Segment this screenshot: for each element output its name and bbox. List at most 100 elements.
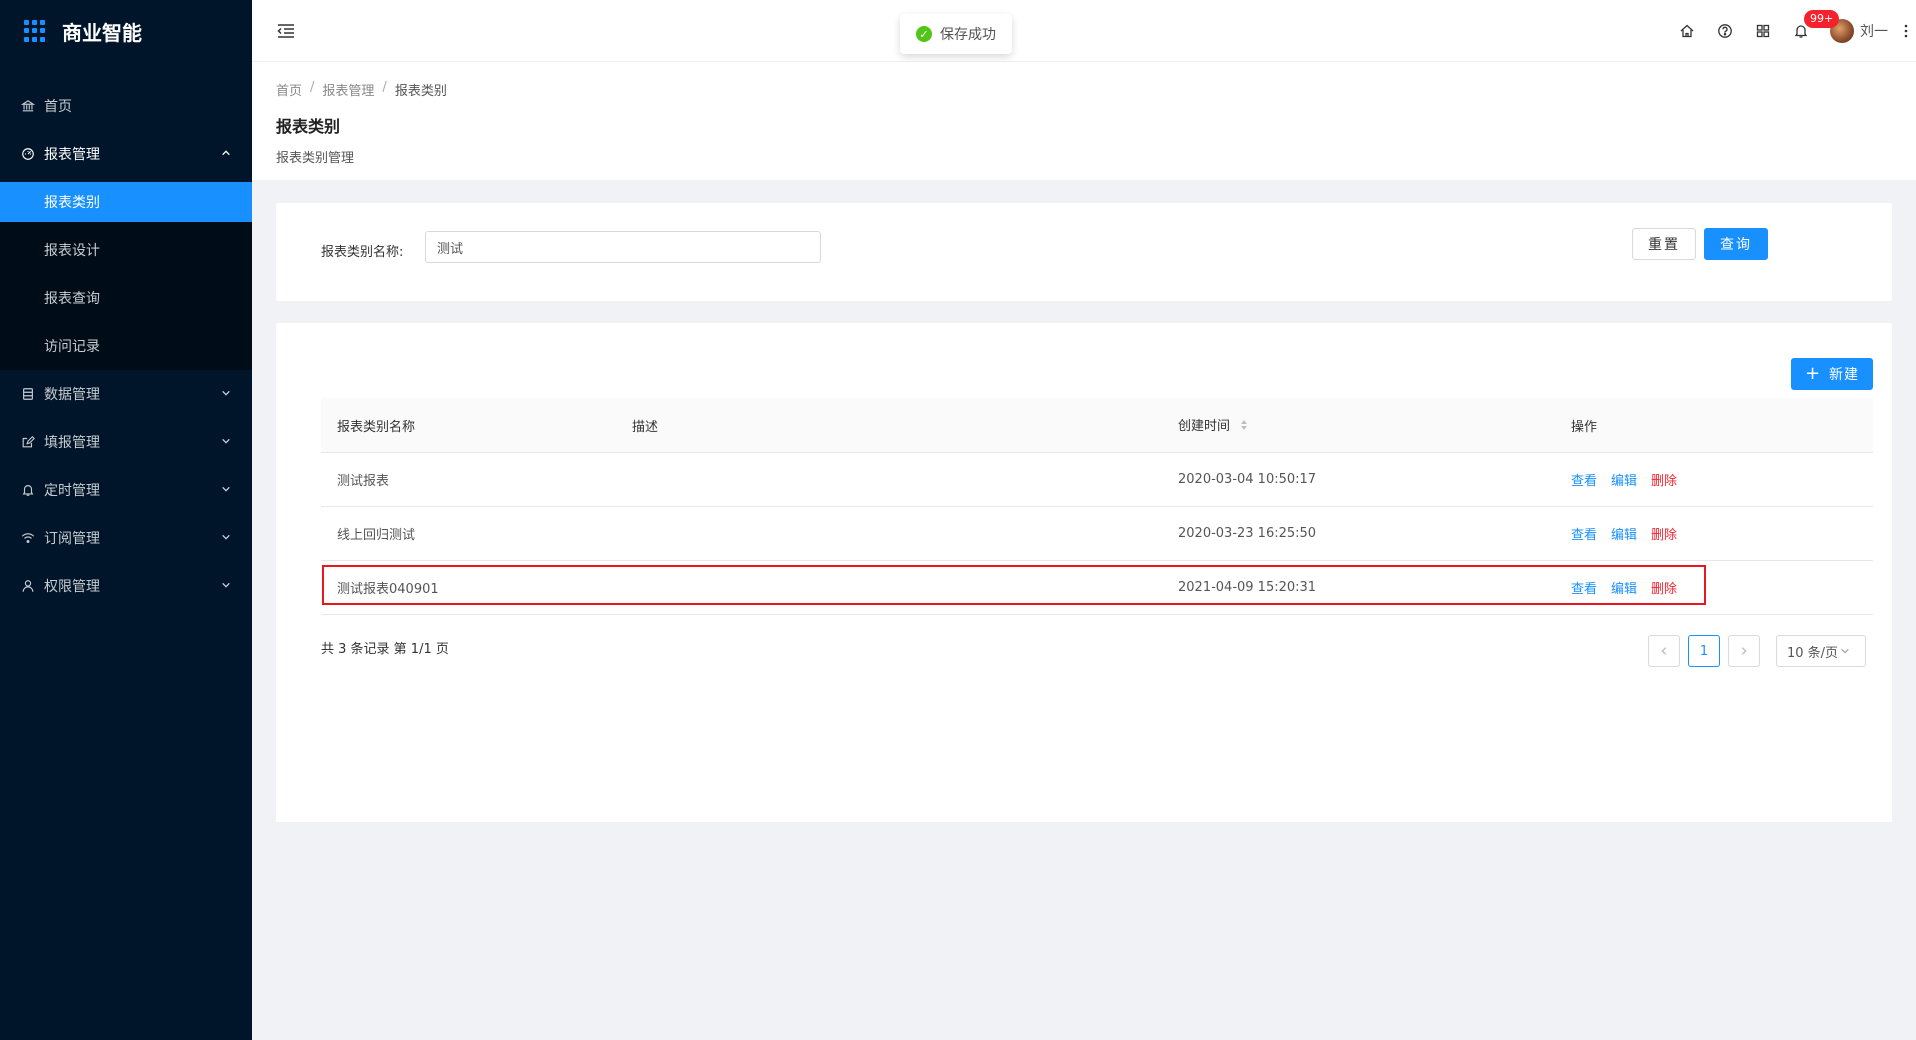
app-grid-logo-icon (24, 20, 46, 42)
report-submenu: 报表类别 报表设计 报表查询 访问记录 (0, 182, 252, 370)
sidebar-item-data-management[interactable]: 数据管理 (0, 370, 252, 418)
plus-icon: + (1804, 363, 1822, 384)
sidebar-item-report-category[interactable]: 报表类别 (0, 182, 252, 222)
sidebar-item-label: 数据管理 (44, 387, 100, 403)
table-card: + 新建 报表类别名称 描述 创建时间 操作 测试报表 2020-03-04 1… (276, 323, 1892, 822)
cell-name: 测试报表040901 (337, 582, 439, 597)
sidebar-item-label: 首页 (44, 99, 72, 115)
category-table: 报表类别名称 描述 创建时间 操作 测试报表 2020-03-04 10:50:… (321, 398, 1873, 615)
sidebar-item-home[interactable]: 首页 (0, 82, 252, 130)
table-header: 报表类别名称 描述 创建时间 操作 (321, 398, 1873, 453)
chevron-down-icon (220, 483, 232, 495)
dashboard-icon (20, 146, 36, 162)
user-icon (20, 578, 36, 594)
category-name-input[interactable] (425, 231, 821, 263)
edit-icon (20, 434, 36, 450)
cell-name: 测试报表 (337, 474, 390, 489)
table-row: 线上回归测试 2020-03-23 16:25:50 查看 编辑 删除 (321, 507, 1873, 561)
cell-time: 2021-04-09 15:20:31 (1178, 580, 1317, 595)
edit-link[interactable]: 编辑 (1611, 578, 1637, 597)
sidebar-item-label: 定时管理 (44, 483, 100, 499)
cell-actions: 查看 编辑 删除 (1571, 470, 1691, 489)
sidebar-item-access-log[interactable]: 访问记录 (0, 322, 252, 370)
sidebar-item-subscription-management[interactable]: 订阅管理 (0, 514, 252, 562)
view-link[interactable]: 查看 (1571, 470, 1597, 489)
top-header: ✓ 保存成功 99+ 刘一 (252, 0, 1916, 62)
cell-name: 线上回归测试 (337, 528, 416, 543)
home-icon[interactable] (1668, 0, 1706, 62)
page-subtitle: 报表类别管理 (276, 151, 355, 166)
pagination: 1 10 条/页 (1648, 635, 1874, 667)
cell-time: 2020-03-23 16:25:50 (1178, 526, 1317, 541)
search-label: 报表类别名称: (321, 245, 404, 260)
sidebar-item-label: 权限管理 (44, 579, 100, 595)
breadcrumb-current: 报表类别 (394, 84, 447, 99)
delete-link[interactable]: 删除 (1651, 578, 1677, 597)
breadcrumb-separator: / (382, 80, 387, 95)
breadcrumb: 首页 / 报表管理 / 报表类别 (276, 80, 1892, 99)
table-row: 测试报表 2020-03-04 10:50:17 查看 编辑 删除 (321, 453, 1873, 507)
next-page-button[interactable] (1728, 635, 1760, 667)
delete-link[interactable]: 删除 (1651, 470, 1677, 489)
chevron-down-icon (1841, 648, 1849, 654)
success-toast: ✓ 保存成功 (900, 14, 1012, 54)
more-vertical-icon[interactable] (1896, 0, 1916, 62)
column-header-name: 报表类别名称 (337, 419, 416, 435)
sidebar-item-report-management[interactable]: 报表管理 (0, 130, 252, 178)
column-header-time-label: 创建时间 (1178, 419, 1231, 435)
page-number-button[interactable]: 1 (1688, 635, 1720, 667)
sidebar-item-schedule-management[interactable]: 定时管理 (0, 466, 252, 514)
page-header: 首页 / 报表管理 / 报表类别 报表类别 报表类别管理 (252, 62, 1916, 180)
bank-icon (20, 98, 36, 114)
delete-link[interactable]: 删除 (1651, 524, 1677, 543)
user-name: 刘一 (1860, 24, 1888, 40)
brand[interactable]: 商业智能 (0, 0, 252, 62)
toast-message: 保存成功 (940, 27, 996, 43)
sidebar: 商业智能 首页 报表管理 报表类别 报表设计 报表查询 访问记录 数据管理 填报… (0, 0, 252, 1040)
sidebar-item-report-design[interactable]: 报表设计 (0, 226, 252, 274)
prev-page-button[interactable] (1648, 635, 1680, 667)
sidebar-item-permission-management[interactable]: 权限管理 (0, 562, 252, 610)
apps-grid-icon[interactable] (1744, 0, 1782, 62)
column-header-time[interactable]: 创建时间 (1178, 415, 1248, 435)
cell-actions: 查看 编辑 删除 (1571, 578, 1691, 597)
notification-bell-icon[interactable]: 99+ (1782, 0, 1840, 62)
edit-link[interactable]: 编辑 (1611, 524, 1637, 543)
sort-icon[interactable] (1240, 419, 1248, 435)
column-header-actions: 操作 (1571, 419, 1598, 435)
new-button-label: 新建 (1829, 367, 1860, 383)
table-row: 测试报表040901 2021-04-09 15:20:31 查看 编辑 删除 (321, 561, 1873, 615)
side-menu: 首页 报表管理 报表类别 报表设计 报表查询 访问记录 数据管理 填报管理 定时… (0, 82, 252, 610)
breadcrumb-home[interactable]: 首页 (276, 80, 302, 99)
page-size-value: 10 条/页 (1787, 645, 1839, 661)
breadcrumb-separator: / (310, 80, 315, 95)
page-title: 报表类别 (276, 117, 341, 136)
help-icon[interactable] (1706, 0, 1744, 62)
edit-link[interactable]: 编辑 (1611, 470, 1637, 489)
new-button[interactable]: + 新建 (1791, 358, 1873, 390)
sidebar-item-label: 填报管理 (44, 435, 100, 451)
pagination-summary: 共 3 条记录 第 1/1 页 (321, 642, 449, 657)
header-actions: 99+ 刘一 (1668, 0, 1916, 62)
breadcrumb-report-management[interactable]: 报表管理 (322, 80, 374, 99)
bell-icon (20, 482, 36, 498)
chevron-up-icon (220, 147, 232, 159)
notification-badge: 99+ (1804, 10, 1840, 28)
chevron-down-icon (220, 387, 232, 399)
query-button[interactable]: 查询 (1704, 228, 1768, 260)
sidebar-item-fill-management[interactable]: 填报管理 (0, 418, 252, 466)
cell-actions: 查看 编辑 删除 (1571, 524, 1691, 543)
view-link[interactable]: 查看 (1571, 578, 1597, 597)
chevron-down-icon (220, 531, 232, 543)
chevron-down-icon (220, 435, 232, 447)
view-link[interactable]: 查看 (1571, 524, 1597, 543)
menu-fold-icon[interactable] (276, 21, 296, 41)
page-size-select[interactable]: 10 条/页 (1776, 635, 1866, 667)
cell-time: 2020-03-04 10:50:17 (1178, 472, 1317, 487)
search-form: 报表类别名称: 重置 查询 (276, 203, 1892, 301)
sidebar-item-report-query[interactable]: 报表查询 (0, 274, 252, 322)
wifi-icon (20, 530, 36, 546)
reset-button[interactable]: 重置 (1632, 228, 1696, 260)
column-header-desc: 描述 (632, 419, 659, 435)
sidebar-item-label: 订阅管理 (44, 531, 100, 547)
